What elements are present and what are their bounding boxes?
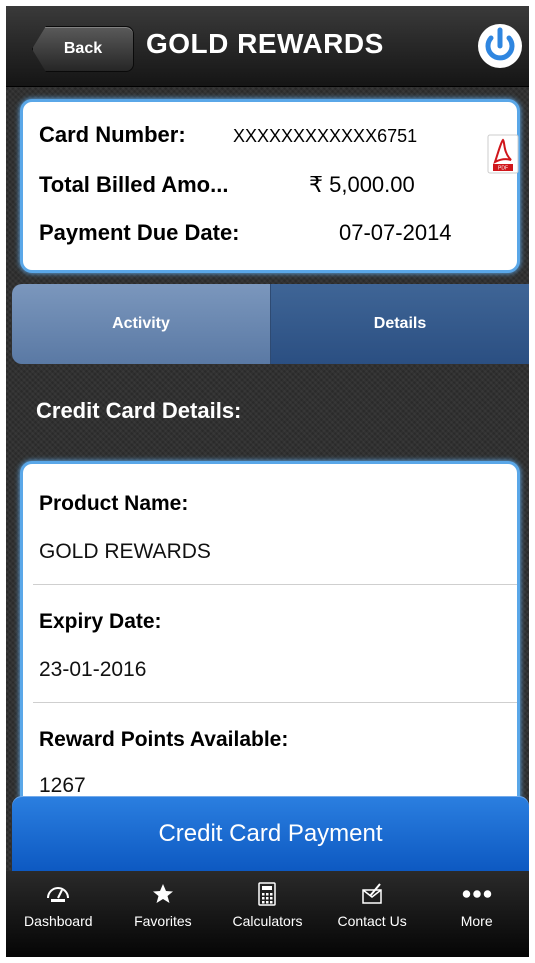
tab-details-label: Details xyxy=(373,315,427,332)
dashboard-icon xyxy=(43,881,73,907)
star-icon xyxy=(148,881,178,907)
power-icon[interactable] xyxy=(476,22,524,70)
back-button-label: Back xyxy=(63,40,103,57)
page-title: GOLD REWARDS xyxy=(146,28,384,59)
due-date-label: Payment Due Date: xyxy=(39,220,240,245)
card-summary: Card Number: XXXXXXXXXXXX6751 PDF Total … xyxy=(20,99,520,273)
reward-points-label: Reward Points Available: xyxy=(39,728,289,751)
calculator-icon xyxy=(252,881,282,907)
total-billed-label: Total Billed Amo... xyxy=(39,172,229,197)
tabbar-label: Contact Us xyxy=(337,913,407,929)
tab-details[interactable]: Details xyxy=(271,284,529,364)
reward-points-value: 1267 xyxy=(39,774,86,797)
expiry-date-label: Expiry Date: xyxy=(39,610,162,633)
tabbar-item-calculators[interactable]: Calculators xyxy=(215,871,320,957)
tabbar-item-more[interactable]: More xyxy=(424,871,529,957)
total-billed-value: ₹ 5,000.00 xyxy=(309,172,415,197)
credit-card-payment-button[interactable]: Credit Card Payment xyxy=(12,796,529,871)
tabbar-item-contact-us[interactable]: Contact Us xyxy=(320,871,425,957)
tabbar-item-dashboard[interactable]: Dashboard xyxy=(6,871,111,957)
divider xyxy=(33,584,517,585)
tabbar-label: More xyxy=(460,913,493,929)
tabbar-item-favorites[interactable]: Favorites xyxy=(111,871,216,957)
payment-button-label: Credit Card Payment xyxy=(158,819,383,847)
section-title: Credit Card Details: xyxy=(36,398,242,423)
segment-tabs: Activity Details xyxy=(12,284,529,364)
pdf-icon[interactable]: PDF xyxy=(487,134,519,174)
tabbar-label: Dashboard xyxy=(24,913,93,929)
tab-activity[interactable]: Activity xyxy=(12,284,271,364)
navigation-bar: Back GOLD REWARDS xyxy=(6,6,529,87)
tabbar-label: Favorites xyxy=(134,913,192,929)
bottom-tab-bar: Dashboard Favorites Calculators Contact … xyxy=(6,871,529,957)
more-icon xyxy=(462,881,492,907)
tab-activity-label: Activity xyxy=(112,315,170,332)
back-button[interactable]: Back xyxy=(32,26,134,72)
card-number-value: XXXXXXXXXXXX6751 xyxy=(233,126,418,146)
product-name-label: Product Name: xyxy=(39,492,189,515)
app-screen: Back GOLD REWARDS Card Number: XXXXXXXXX… xyxy=(6,6,529,957)
tabbar-label: Calculators xyxy=(232,913,303,929)
due-date-value: 07-07-2014 xyxy=(339,220,452,245)
divider xyxy=(33,702,517,703)
card-number-label: Card Number: xyxy=(39,122,186,147)
product-name-value: GOLD REWARDS xyxy=(39,540,211,563)
expiry-date-value: 23-01-2016 xyxy=(39,658,147,681)
contact-icon xyxy=(357,881,387,907)
svg-text:PDF: PDF xyxy=(498,166,508,172)
